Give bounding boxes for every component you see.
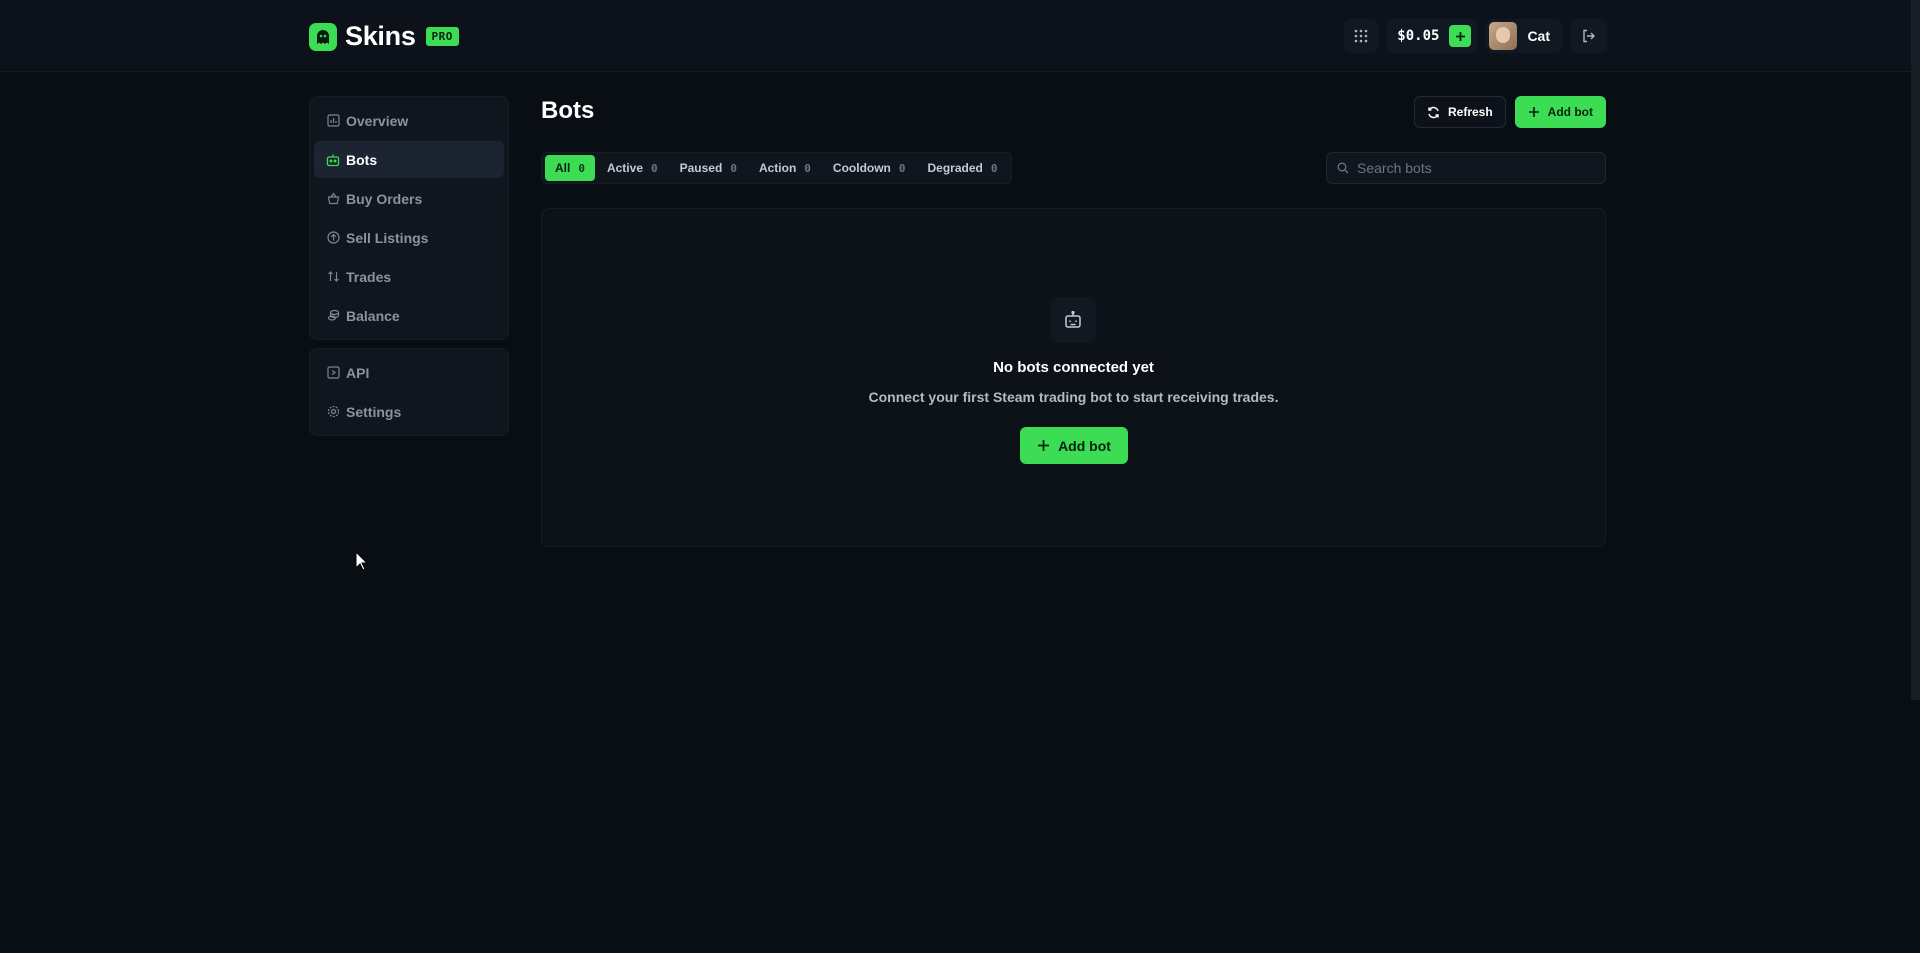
swap-icon <box>326 270 340 284</box>
refresh-button[interactable]: Refresh <box>1413 96 1506 128</box>
plus-icon <box>1528 107 1539 117</box>
sidebar-item-settings[interactable]: Settings <box>314 393 504 430</box>
sidebar-item-label: Overview <box>346 112 409 129</box>
filter-tabs: All 0 Active 0 Paused 0 Action 0 Cooldown 0 D… <box>541 152 1012 184</box>
ghost-logo-icon <box>309 22 337 51</box>
bot-icon <box>326 153 340 167</box>
tab-active[interactable]: Active 0 <box>597 155 668 181</box>
bot-icon <box>1050 297 1096 343</box>
refresh-label: Refresh <box>1447 105 1493 119</box>
upload-icon <box>326 231 340 245</box>
tab-paused[interactable]: Paused 0 <box>670 155 747 181</box>
page-title: Bots <box>541 97 595 124</box>
empty-state-title: No bots connected yet <box>993 359 1154 376</box>
tab-cooldown[interactable]: Cooldown 0 <box>823 155 916 181</box>
pro-badge: PRO <box>425 27 459 46</box>
user-menu[interactable]: Cat <box>1486 19 1562 53</box>
gear-icon <box>326 405 340 419</box>
refresh-icon <box>1428 106 1439 118</box>
sidebar-item-buy-orders[interactable]: Buy Orders <box>314 180 504 217</box>
brand[interactable]: Skins PRO <box>309 21 459 52</box>
scrollbar[interactable] <box>1911 0 1920 700</box>
avatar <box>1489 22 1518 50</box>
balance-amount: $0.05 <box>1397 28 1440 44</box>
tab-count: 0 <box>730 161 737 175</box>
tab-all[interactable]: All 0 <box>545 155 595 181</box>
empty-state-subtitle: Connect your first Steam trading bot to … <box>868 389 1279 405</box>
search-box <box>1326 152 1606 184</box>
sidebar-item-bots[interactable]: Bots <box>314 141 504 178</box>
sidebar-item-label: Bots <box>346 151 378 168</box>
brand-name: Skins <box>345 21 416 51</box>
apps-grid-button[interactable] <box>1344 19 1379 53</box>
add-bot-label: Add bot <box>1547 105 1593 119</box>
tab-count: 0 <box>898 161 906 175</box>
sidebar-item-balance[interactable]: Balance <box>314 297 504 334</box>
chart-icon <box>326 114 340 128</box>
empty-add-bot-button[interactable]: Add bot <box>1020 427 1128 464</box>
tab-count: 0 <box>804 161 811 175</box>
tab-action[interactable]: Action 0 <box>749 155 821 181</box>
sidebar-item-label: Sell Listings <box>346 229 429 246</box>
coins-icon <box>326 309 340 323</box>
sidebar-item-label: Settings <box>346 403 402 420</box>
top-bar: Skins PRO $0.05 Cat <box>0 0 1920 72</box>
plus-icon <box>1038 440 1050 451</box>
search-input[interactable] <box>1357 160 1597 176</box>
bots-panel: No bots connected yet Connect your first… <box>541 208 1606 547</box>
sidebar-item-trades[interactable]: Trades <box>314 258 504 295</box>
apps-grid-icon <box>1354 29 1368 43</box>
sidebar-item-label: Buy Orders <box>346 190 423 207</box>
mouse-cursor-icon <box>355 551 369 571</box>
tab-count: 0 <box>990 161 998 175</box>
tab-count: 0 <box>578 161 585 175</box>
sidebar-secondary-nav: API Settings <box>309 348 509 436</box>
sidebar-item-sell-listings[interactable]: Sell Listings <box>314 219 504 256</box>
username: Cat <box>1527 28 1550 44</box>
add-funds-button[interactable] <box>1449 25 1472 47</box>
sidebar-item-label: API <box>346 364 370 381</box>
empty-add-bot-label: Add bot <box>1058 437 1111 454</box>
logout-icon <box>1583 29 1595 43</box>
sidebar-item-overview[interactable]: Overview <box>314 102 504 139</box>
tab-degraded[interactable]: Degraded 0 <box>918 155 1008 181</box>
sidebar-item-label: Balance <box>346 307 400 324</box>
logout-button[interactable] <box>1571 19 1607 53</box>
tab-count: 0 <box>651 161 658 175</box>
sidebar-item-label: Trades <box>346 268 392 285</box>
code-icon <box>326 366 340 380</box>
basket-icon <box>326 192 340 206</box>
add-bot-button[interactable]: Add bot <box>1514 96 1606 128</box>
balance-widget: $0.05 <box>1387 19 1478 53</box>
plus-icon <box>1455 31 1465 41</box>
sidebar-main-nav: Overview Bots Buy Orders Sell Listings T… <box>309 96 509 340</box>
search-icon <box>1337 162 1349 174</box>
sidebar-item-api[interactable]: API <box>314 354 504 391</box>
